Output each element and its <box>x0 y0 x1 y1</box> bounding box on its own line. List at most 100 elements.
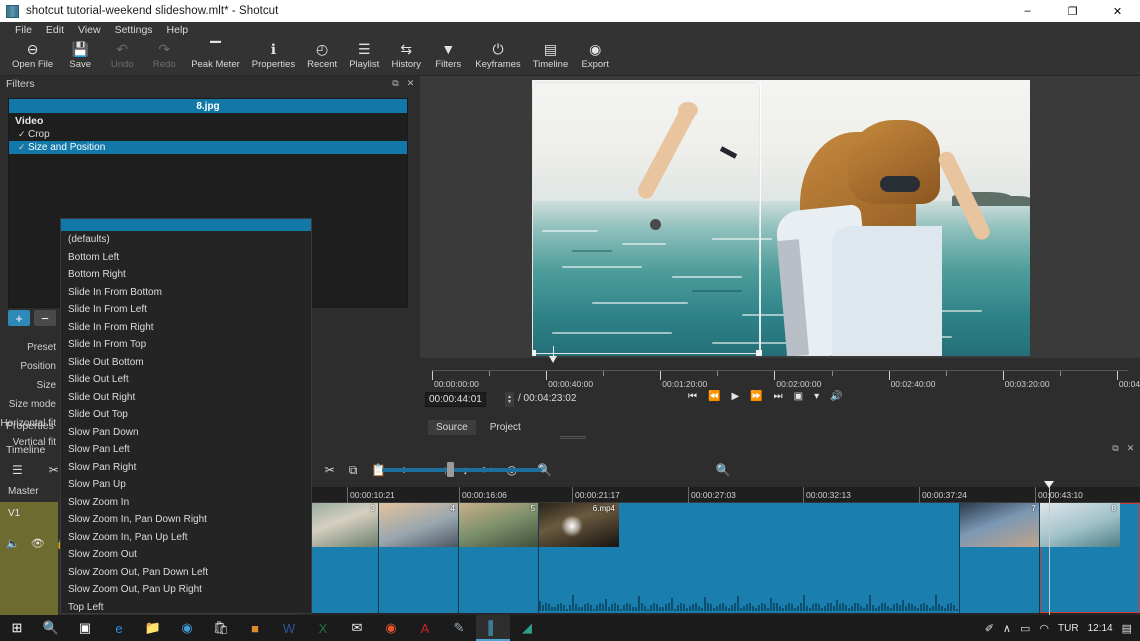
timeline-clip[interactable]: 6.mp4 <box>539 503 960 613</box>
preset-option-slow-zoom-in[interactable]: Slow Zoom In <box>61 494 311 512</box>
video-preview[interactable] <box>532 80 1030 356</box>
battery-icon[interactable]: ▭ <box>1020 622 1030 635</box>
start-button[interactable]: ⊞ <box>0 615 34 641</box>
maximize-button[interactable]: ❐ <box>1050 0 1095 22</box>
preset-option-slow-pan-left[interactable]: Slow Pan Left <box>61 441 311 459</box>
track-head-v1[interactable]: V1 🔈 👁 🔒 <box>0 502 69 615</box>
app-orange-icon[interactable]: ■ <box>238 615 272 641</box>
mail-icon[interactable]: ✉ <box>340 615 374 641</box>
toolbar-save-button[interactable]: 💾 Save <box>59 38 101 74</box>
preset-option-slide-out-top[interactable]: Slide Out Top <box>61 406 311 424</box>
preset-option-slide-in-from-left[interactable]: Slide In From Left <box>61 301 311 319</box>
preset-option-slide-out-bottom[interactable]: Slide Out Bottom <box>61 354 311 372</box>
pen-icon[interactable]: ✐ <box>985 622 994 635</box>
mute-icon[interactable]: 🔈 <box>6 537 20 550</box>
skip-to-end-button[interactable]: ⏭ <box>774 391 783 402</box>
wifi-icon[interactable]: ◠ <box>1039 622 1049 635</box>
preset-option-slide-in-from-top[interactable]: Slide In From Top <box>61 336 311 354</box>
clock[interactable]: 12:14 <box>1088 623 1113 634</box>
timeline-ruler[interactable]: 00:00:10:21 00:00:16:06 00:00:21:17 00:00:2… <box>300 487 1140 503</box>
shotcut-icon[interactable]: ▌ <box>476 615 510 641</box>
edge-icon[interactable]: e <box>102 615 136 641</box>
record-marker-button[interactable]: ▣ <box>794 391 803 402</box>
float-icon[interactable]: ⧉ <box>1110 443 1121 454</box>
dropdown-button[interactable]: ▾ <box>814 391 819 402</box>
master-track-label[interactable]: Master <box>8 486 39 497</box>
timeline-clip[interactable]: 7 <box>960 503 1040 613</box>
excel-icon[interactable]: X <box>306 615 340 641</box>
rewind-button[interactable]: ⏪ <box>708 391 720 402</box>
preset-option-slow-zoom-in-pan-up-left[interactable]: Slow Zoom In, Pan Up Left <box>61 529 311 547</box>
preset-option--defaults[interactable]: (defaults) <box>61 231 311 249</box>
timeline-clip[interactable]: 5 <box>459 503 539 613</box>
menu-file[interactable]: File <box>8 22 39 38</box>
timeline-track-v1[interactable]: 3 4 5 6.mp4 7 8 <box>300 503 1140 615</box>
close-icon[interactable]: ✕ <box>1125 443 1136 454</box>
filter-row-crop[interactable]: ✓ Crop <box>9 128 407 141</box>
toolbar-peak-meter-button[interactable]: ▔ Peak Meter <box>185 38 246 74</box>
paint-icon[interactable]: ✎ <box>442 615 476 641</box>
file-explorer-icon[interactable]: 📁 <box>136 615 170 641</box>
spin-down-icon[interactable]: ▼ <box>507 399 512 405</box>
toolbar-properties-button[interactable]: ℹ Properties <box>246 38 301 74</box>
preset-option-slow-zoom-out-pan-down-left[interactable]: Slow Zoom Out, Pan Down Left <box>61 564 311 582</box>
timecode-spinner[interactable]: ▲ ▼ <box>505 392 514 407</box>
toolbar-history-button[interactable]: ⇆ History <box>385 38 427 74</box>
toolbar-open-file-button[interactable]: ⊖ Open File <box>6 38 59 74</box>
chrome-icon[interactable]: ◉ <box>374 615 408 641</box>
menu-settings[interactable]: Settings <box>108 22 160 38</box>
timeline-clip[interactable]: 4 <box>379 503 459 613</box>
checkbox-icon[interactable]: ✓ <box>18 129 28 140</box>
filter-row-size-and-position[interactable]: ✓ Size and Position <box>9 141 407 154</box>
timeline-clip[interactable]: 8 <box>1040 503 1140 613</box>
preset-option-slide-out-left[interactable]: Slide Out Left <box>61 371 311 389</box>
zoom-in-icon[interactable]: 🔍 <box>716 463 731 477</box>
preset-option-slow-pan-up[interactable]: Slow Pan Up <box>61 476 311 494</box>
toolbar-export-button[interactable]: ◉ Export <box>574 38 616 74</box>
preset-option-top-left[interactable]: Top Left <box>61 599 311 617</box>
toolbar-playlist-button[interactable]: ☰ Playlist <box>343 38 385 74</box>
add-filter-button[interactable]: + <box>8 310 30 326</box>
preset-option-slow-zoom-out-pan-up-right[interactable]: Slow Zoom Out, Pan Up Right <box>61 581 311 599</box>
preset-option-slide-in-from-right[interactable]: Slide In From Right <box>61 319 311 337</box>
preset-option-slow-pan-right[interactable]: Slow Pan Right <box>61 459 311 477</box>
language-indicator[interactable]: TUR <box>1058 623 1079 634</box>
preset-option-slow-zoom-in-pan-down-right[interactable]: Slow Zoom In, Pan Down Right <box>61 511 311 529</box>
skip-to-start-button[interactable]: ⏮ <box>688 391 697 402</box>
resize-handle-tl[interactable] <box>532 80 536 86</box>
properties-dock-title[interactable]: Properties <box>6 420 54 432</box>
toolbar-keyframes-button[interactable]: ⏻ Keyframes <box>469 38 526 74</box>
browser-icon[interactable]: ◉ <box>170 615 204 641</box>
fast-forward-button[interactable]: ⏩ <box>750 391 762 402</box>
close-button[interactable]: ✕ <box>1095 0 1140 22</box>
show-hidden-icons-chevron[interactable]: ∧ <box>1003 622 1011 635</box>
task-view-icon[interactable]: ▣ <box>68 615 102 641</box>
cut-icon[interactable]: ✂ <box>325 463 335 477</box>
notifications-icon[interactable]: ▤ <box>1122 622 1132 635</box>
preset-dropdown-menu[interactable]: (defaults) Bottom Left Bottom Right Slide I… <box>60 218 312 614</box>
play-button[interactable]: ▶ <box>731 391 739 402</box>
preset-option-bottom-left[interactable]: Bottom Left <box>61 249 311 267</box>
close-icon[interactable]: ✕ <box>405 78 416 89</box>
dock-splitter-grip[interactable] <box>560 436 586 439</box>
search-icon[interactable]: 🔍 <box>34 615 68 641</box>
float-icon[interactable]: ⧉ <box>390 78 401 89</box>
minimize-button[interactable]: – <box>1005 0 1050 22</box>
toolbar-recent-button[interactable]: ◴ Recent <box>301 38 343 74</box>
remove-filter-button[interactable]: − <box>34 310 56 326</box>
player-scrub-bar[interactable]: 00:00:00:00 00:00:40:00 00:01:20:00 00:02:0… <box>420 346 1140 390</box>
store-icon[interactable]: 🛍 <box>204 615 238 641</box>
volume-button[interactable]: 🔊 <box>830 391 842 402</box>
menu-view[interactable]: View <box>71 22 108 38</box>
preset-option-slide-in-from-bottom[interactable]: Slide In From Bottom <box>61 284 311 302</box>
acrobat-icon[interactable]: A <box>408 615 442 641</box>
cut-icon[interactable]: ✂ <box>49 463 59 477</box>
tab-source[interactable]: Source <box>428 419 476 435</box>
toolbar-filters-button[interactable]: ▼ Filters <box>427 38 469 74</box>
menu-edit[interactable]: Edit <box>39 22 71 38</box>
toolbar-timeline-button[interactable]: ▤ Timeline <box>527 38 575 74</box>
timeline-zoom-slider[interactable] <box>382 468 542 472</box>
preset-option-slide-out-right[interactable]: Slide Out Right <box>61 389 311 407</box>
tab-project[interactable]: Project <box>482 420 529 435</box>
timeline-playhead[interactable] <box>1044 481 1055 615</box>
